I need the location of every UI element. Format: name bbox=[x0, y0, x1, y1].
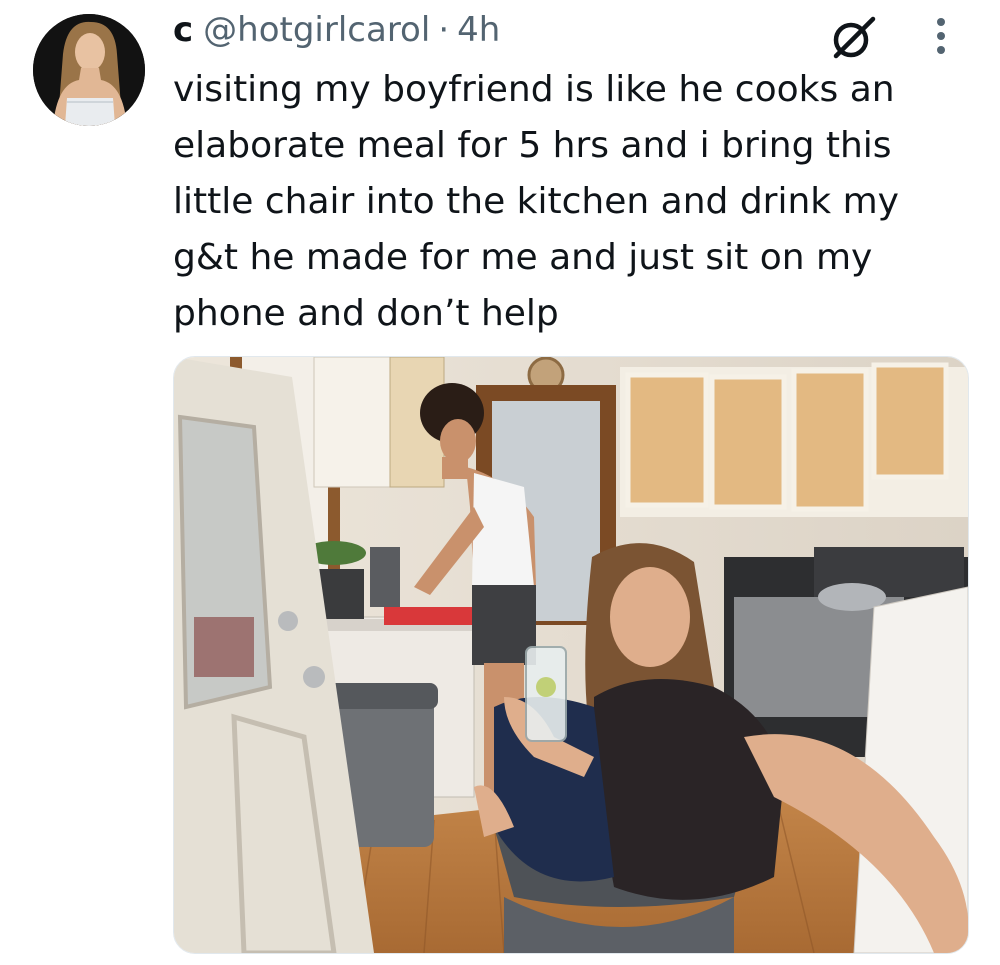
tweet-timestamp[interactable]: 4h bbox=[457, 10, 500, 50]
grok-slash-circle-icon[interactable] bbox=[826, 10, 880, 64]
more-vertical-dots-icon[interactable] bbox=[926, 14, 956, 58]
tweet-text: visiting my boyfriend is like he cooks a… bbox=[173, 69, 899, 334]
display-name[interactable]: c bbox=[173, 10, 193, 50]
tweet-media-photo[interactable] bbox=[173, 356, 969, 954]
avatar-photo bbox=[33, 14, 145, 126]
user-handle[interactable]: @hotgirlcarol bbox=[203, 10, 430, 50]
avatar[interactable] bbox=[33, 14, 145, 126]
tweet-header: c @hotgirlcarol · 4h bbox=[173, 10, 500, 56]
separator-dot: · bbox=[438, 10, 450, 50]
